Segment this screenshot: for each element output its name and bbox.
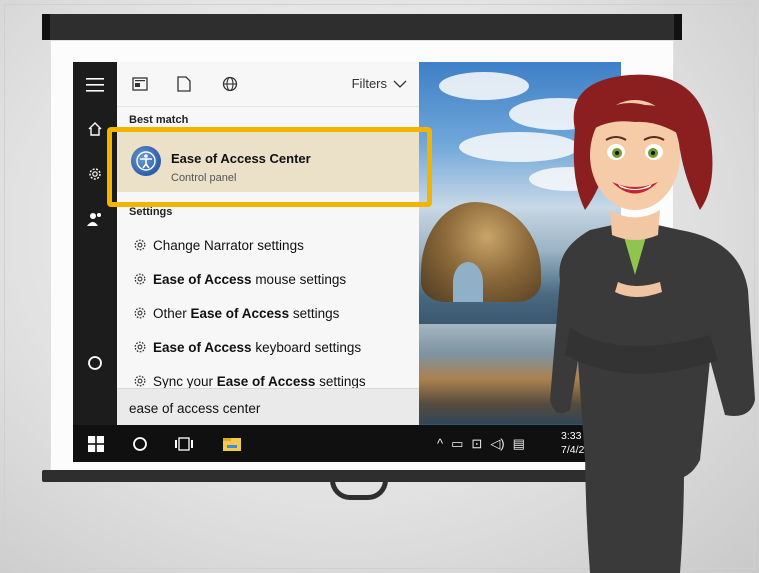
setting-text: settings (289, 305, 340, 321)
notification-icon[interactable]: ▤ (513, 436, 525, 452)
best-match-heading: Best match (129, 114, 189, 126)
setting-text-bold: Ease of Access (190, 305, 290, 321)
search-box[interactable] (117, 388, 419, 425)
setting-text-bold: Ease of Access (153, 271, 252, 287)
windows-icon[interactable] (85, 433, 107, 455)
setting-text: Sync your (153, 373, 217, 389)
settings-result[interactable]: Ease of Access keyboard settings (117, 332, 419, 362)
task-view-icon[interactable] (173, 433, 195, 455)
bar-end-right (674, 14, 682, 40)
presenter-character (550, 74, 755, 573)
settings-result[interactable]: Change Narrator settings (117, 230, 419, 260)
search-input[interactable] (127, 397, 401, 419)
setting-text: mouse settings (251, 271, 347, 287)
best-match-highlight-box (107, 127, 432, 207)
system-tray: ^ ▭ ⊡ ◁) ▤ (437, 436, 525, 452)
start-left-rail (73, 62, 117, 425)
setting-text-bold: Ease of Access (216, 373, 316, 389)
wallpaper-rock-arch (453, 262, 483, 302)
taskbar: ^ ▭ ⊡ ◁) ▤ 3:33 P 7/4/2 (73, 425, 621, 462)
chevron-up-icon[interactable]: ^ (437, 436, 443, 452)
document-icon[interactable] (173, 73, 195, 95)
gear-icon (127, 238, 153, 252)
chevron-down-icon (393, 76, 407, 91)
filters-label: Filters (351, 76, 387, 91)
setting-text: settings (315, 373, 366, 389)
news-icon[interactable] (129, 73, 151, 95)
network-icon[interactable]: ⊡ (471, 436, 482, 452)
start-menu-search-panel: Filters Best match Ease of Access Center… (117, 62, 419, 425)
windows-desktop: Filters Best match Ease of Access Center… (73, 62, 621, 462)
gear-icon (127, 306, 153, 320)
settings-heading: Settings (129, 206, 173, 218)
globe-icon[interactable] (219, 73, 241, 95)
cortana-icon[interactable] (129, 433, 151, 455)
filters-dropdown[interactable]: Filters (352, 76, 407, 91)
volume-icon[interactable]: ◁) (490, 436, 504, 452)
projector-screen-top-bar (42, 14, 682, 40)
user-icon[interactable] (73, 208, 117, 230)
wallpaper-cloud (439, 72, 529, 100)
bar-end-left (42, 14, 50, 40)
settings-result[interactable]: Ease of Access mouse settings (117, 264, 419, 294)
gear-icon (127, 374, 153, 388)
setting-text: Other (153, 305, 191, 321)
setting-text-bold: Ease of Access (153, 339, 252, 355)
setting-text: keyboard settings (251, 339, 362, 355)
battery-icon[interactable]: ▭ (451, 436, 463, 452)
search-filter-bar: Filters (117, 62, 419, 107)
circle-icon[interactable] (73, 352, 117, 374)
gear-icon (127, 272, 153, 286)
file-explorer-icon[interactable] (221, 433, 243, 455)
settings-result[interactable]: Other Ease of Access settings (117, 298, 419, 328)
gear-icon (127, 340, 153, 354)
menu-icon[interactable] (73, 74, 117, 96)
setting-text: Change Narrator settings (153, 237, 304, 253)
